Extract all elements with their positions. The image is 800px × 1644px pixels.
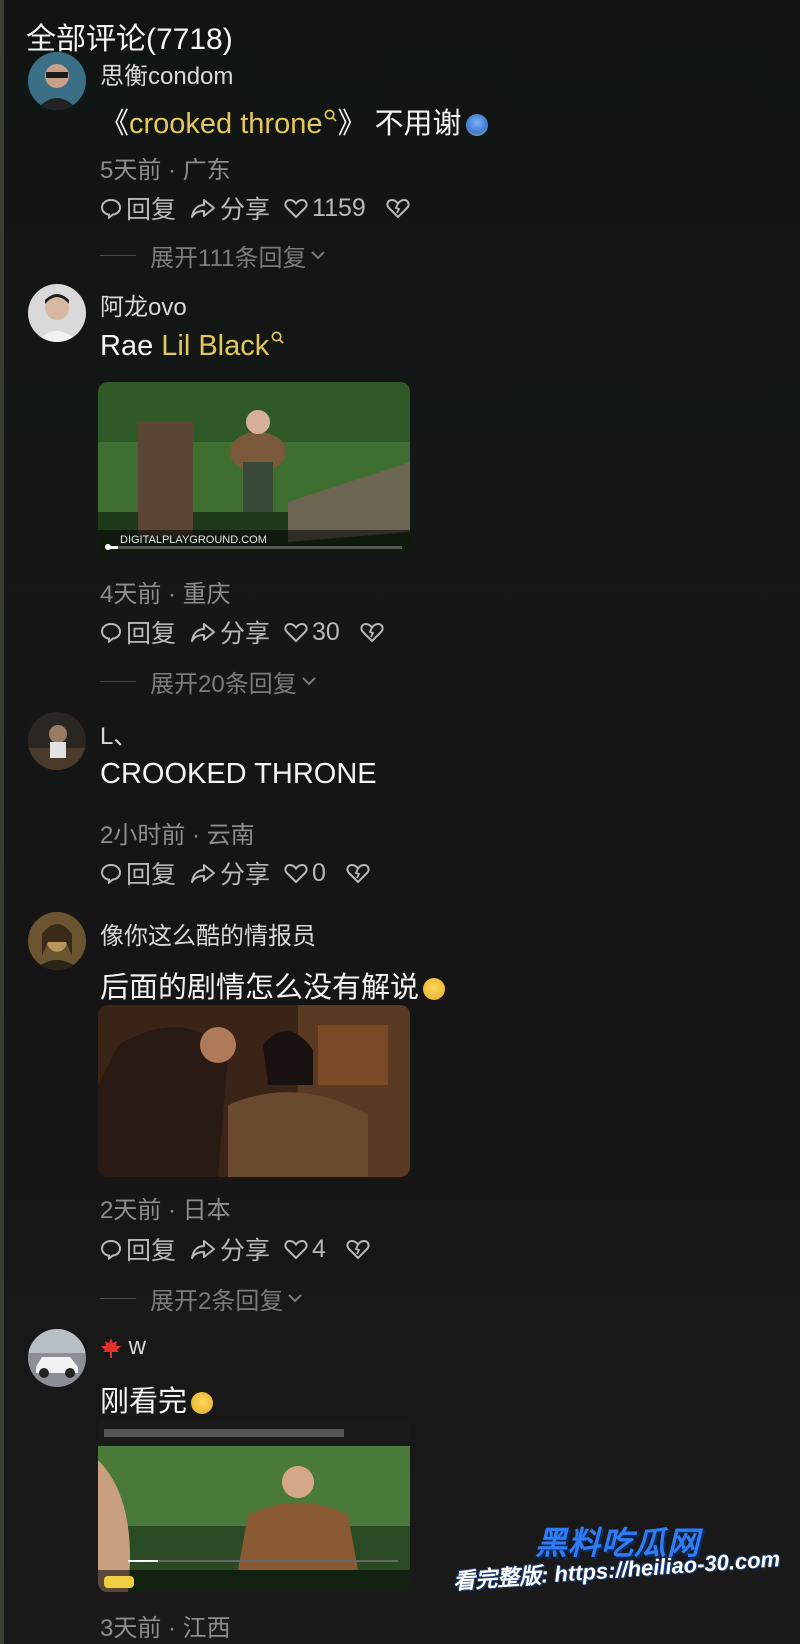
comment-text: 后面的剧情怎么没有解说 bbox=[100, 964, 446, 1006]
media-caption: DIGITALPLAYGROUND.COM bbox=[120, 534, 267, 546]
divider-line bbox=[100, 680, 136, 682]
comment-meta: 2天前 · 日本 bbox=[100, 1197, 231, 1224]
share-icon bbox=[191, 1240, 216, 1259]
share-icon bbox=[191, 864, 216, 883]
share-button[interactable]: 分享 bbox=[190, 190, 270, 226]
broken-heart-icon bbox=[346, 1239, 370, 1260]
expand-replies[interactable]: 展开2条回复 bbox=[100, 1283, 303, 1315]
reply-icon bbox=[100, 622, 122, 643]
chevron-down-icon bbox=[288, 1294, 303, 1303]
comment-meta: 3天前 · 江西 bbox=[100, 1615, 231, 1642]
reply-button[interactable]: 回复 bbox=[100, 1231, 176, 1267]
left-edge-strip bbox=[0, 0, 4, 1644]
heart-icon bbox=[284, 1239, 308, 1260]
scared-emoji-icon bbox=[465, 114, 488, 137]
reply-icon bbox=[100, 863, 122, 884]
avatar[interactable] bbox=[28, 284, 86, 342]
reply-button[interactable]: 回复 bbox=[100, 614, 176, 650]
broken-heart-icon bbox=[360, 622, 384, 643]
like-count: 0 bbox=[312, 858, 326, 887]
username[interactable]: 思衡condom bbox=[100, 56, 233, 91]
expand-replies[interactable]: 展开111条回复 bbox=[100, 240, 326, 272]
divider-line bbox=[100, 254, 136, 256]
share-button[interactable]: 分享 bbox=[190, 855, 270, 891]
like-button[interactable]: 30 bbox=[284, 618, 340, 647]
divider-line bbox=[100, 1297, 136, 1299]
reply-icon bbox=[100, 1239, 122, 1260]
share-icon bbox=[191, 623, 216, 642]
reply-button[interactable]: 回复 bbox=[100, 855, 176, 891]
search-icon bbox=[271, 331, 284, 345]
username[interactable]: 阿龙ovo bbox=[100, 287, 187, 322]
video-thumbnail[interactable] bbox=[98, 1005, 410, 1177]
action-bar: 回复 分享 4 bbox=[100, 1233, 388, 1265]
username[interactable]: L、 bbox=[100, 716, 137, 751]
dislike-button[interactable] bbox=[360, 621, 388, 643]
avatar[interactable] bbox=[28, 912, 86, 970]
broken-heart-icon bbox=[346, 863, 370, 884]
avatar[interactable] bbox=[28, 52, 86, 110]
sleepy-emoji-icon bbox=[191, 1392, 214, 1415]
heart-icon bbox=[284, 198, 308, 219]
video-thumbnail[interactable]: DIGITALPLAYGROUND.COM bbox=[98, 382, 410, 554]
dislike-button[interactable] bbox=[346, 1238, 374, 1260]
like-count: 30 bbox=[312, 617, 340, 646]
comment-text: 刚看完 bbox=[100, 1378, 214, 1420]
broken-heart-icon bbox=[386, 198, 410, 219]
share-button[interactable]: 分享 bbox=[190, 614, 270, 650]
reply-button[interactable]: 回复 bbox=[100, 190, 176, 226]
action-bar: 回复 分享 30 bbox=[100, 616, 402, 648]
video-thumbnail[interactable] bbox=[98, 1420, 410, 1592]
share-icon bbox=[191, 199, 216, 218]
reply-icon bbox=[100, 198, 122, 219]
dislike-button[interactable] bbox=[346, 862, 374, 884]
action-bar: 回复 分享 1159 bbox=[100, 192, 428, 224]
comment-text: Rae Lil Black bbox=[100, 330, 284, 363]
heart-icon bbox=[284, 622, 308, 643]
comment-meta: 2小时前 · 云南 bbox=[100, 822, 255, 849]
like-count: 4 bbox=[312, 1234, 326, 1263]
like-button[interactable]: 1159 bbox=[284, 194, 366, 223]
expand-replies[interactable]: 展开20条回复 bbox=[100, 666, 317, 698]
avatar[interactable] bbox=[28, 1329, 86, 1387]
username[interactable]: w bbox=[100, 1333, 146, 1361]
keyword-link[interactable]: Lil Black bbox=[161, 330, 284, 362]
chevron-down-icon bbox=[311, 251, 326, 260]
dislike-button[interactable] bbox=[386, 197, 414, 219]
avatar[interactable] bbox=[28, 712, 86, 770]
action-bar: 回复 分享 0 bbox=[100, 857, 388, 889]
chevron-down-icon bbox=[301, 677, 316, 686]
comment-meta: 5天前 · 广东 bbox=[100, 157, 231, 184]
comment-meta: 4天前 · 重庆 bbox=[100, 581, 231, 608]
username[interactable]: 像你这么酷的情报员 bbox=[100, 916, 316, 951]
pleading-emoji-icon bbox=[423, 978, 446, 1001]
text-part: 《 bbox=[100, 108, 130, 140]
like-count: 1159 bbox=[312, 193, 366, 222]
heart-icon bbox=[284, 863, 308, 884]
share-button[interactable]: 分享 bbox=[190, 1231, 270, 1267]
comment-text: 《crooked throne 》 不用谢 bbox=[100, 100, 488, 142]
text-part: 》 不用谢 bbox=[337, 108, 462, 140]
keyword-link[interactable]: crooked throne bbox=[129, 108, 338, 140]
like-button[interactable]: 0 bbox=[284, 859, 326, 888]
like-button[interactable]: 4 bbox=[284, 1235, 326, 1264]
maple-leaf-icon bbox=[101, 1337, 121, 1358]
search-icon bbox=[325, 109, 338, 123]
comment-text: CROOKED THRONE bbox=[100, 758, 377, 790]
